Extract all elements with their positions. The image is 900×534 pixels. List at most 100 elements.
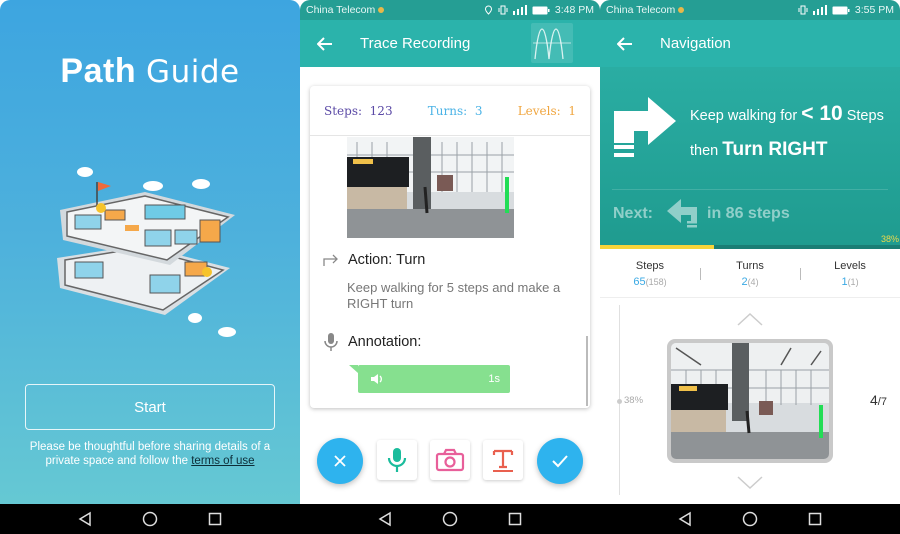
next-label: Next:	[613, 205, 654, 222]
take-photo-button[interactable]	[430, 440, 470, 480]
recents-nav-button[interactable]	[805, 509, 825, 529]
chevron-up-icon[interactable]	[737, 312, 763, 326]
route-progress-bar	[600, 245, 900, 249]
clock: 3:48 PM	[554, 4, 594, 16]
annotation-row: Annotation:	[322, 332, 421, 352]
weather-icon	[378, 7, 385, 14]
map-pin-icon	[202, 267, 212, 277]
chevron-down-icon[interactable]	[737, 476, 763, 490]
checkmark-icon	[552, 455, 568, 468]
arrow-left-icon	[317, 36, 332, 51]
back-button[interactable]	[600, 20, 650, 67]
confirm-button[interactable]	[537, 438, 583, 484]
navigation-stats: Steps 65(158) Turns 2(4) Levels 1(1)	[600, 256, 900, 298]
voice-duration: 1s	[488, 373, 500, 385]
landmark-photo-frame[interactable]	[667, 339, 833, 463]
cloud-icon	[218, 327, 236, 337]
current-instruction: Keep walking for < 10 Steps then Turn RI…	[690, 102, 884, 160]
map-pin-icon	[96, 203, 106, 213]
back-button[interactable]	[300, 20, 350, 67]
back-nav-button[interactable]	[75, 509, 95, 529]
annotation-label: Annotation:	[348, 334, 422, 350]
page-title: Navigation	[660, 35, 731, 52]
landmark-photo	[671, 343, 829, 459]
home-nav-button[interactable]	[440, 509, 460, 529]
system-nav-bar	[0, 504, 300, 534]
card-scrollbar[interactable]	[586, 336, 588, 406]
divider	[700, 268, 701, 280]
signal-icon	[512, 5, 527, 15]
recents-nav-button[interactable]	[205, 509, 225, 529]
back-nav-button[interactable]	[375, 509, 395, 529]
progress-percent: 38%	[880, 234, 899, 244]
carrier-label: China Telecom	[606, 4, 676, 16]
steps-stat: Steps: 123	[324, 103, 393, 118]
cloud-icon	[188, 313, 202, 323]
app-bar: Navigation	[600, 20, 900, 67]
square-recents-icon	[209, 512, 222, 526]
triangle-back-icon	[78, 511, 91, 527]
page-title: Trace Recording	[360, 35, 471, 52]
instruction-panel: Keep walking for < 10 Steps then Turn RI…	[600, 67, 900, 247]
floor-map-illustration	[57, 167, 236, 337]
close-icon	[334, 455, 346, 467]
vibrate-icon	[498, 5, 508, 15]
voice-note-bubble[interactable]: 1s	[349, 365, 510, 393]
turn-left-arrow-icon	[667, 199, 698, 228]
triangle-back-icon	[378, 511, 391, 527]
captured-photo[interactable]	[347, 137, 514, 238]
record-audio-button[interactable]	[377, 440, 417, 480]
text-icon	[492, 449, 514, 472]
terms-of-use-link[interactable]: terms of use	[191, 455, 254, 467]
triangle-back-icon	[678, 511, 691, 527]
turns-stat: Turns: 3	[427, 103, 483, 118]
sensor-wave-button[interactable]	[531, 23, 573, 63]
levels-stat: Levels: 1	[517, 103, 576, 118]
square-recents-icon	[509, 512, 522, 526]
home-nav-button[interactable]	[740, 509, 760, 529]
location-icon	[484, 5, 492, 15]
cloud-icon	[143, 181, 163, 191]
square-recents-icon	[809, 512, 822, 526]
arrow-left-icon	[617, 36, 632, 51]
signal-icon	[812, 5, 827, 15]
speaker-icon	[371, 374, 382, 384]
waveform-icon	[533, 28, 571, 60]
trace-step-card: Steps: 123 Turns: 3 Levels: 1 Action: Tu…	[310, 86, 590, 408]
trace-stats: Steps: 123 Turns: 3 Levels: 1	[310, 86, 590, 136]
next-distance: in 86 steps	[707, 205, 790, 222]
steps-stat: Steps 65(158)	[633, 260, 667, 288]
action-description: Keep walking for 5 steps and make a RIGH…	[347, 280, 561, 311]
navigation-screen: China Telecom 3:55 PM Navigation Keep wa…	[600, 0, 900, 534]
cancel-button[interactable]	[317, 438, 363, 484]
divider	[612, 189, 888, 190]
system-nav-bar	[300, 504, 600, 534]
circle-home-icon	[442, 511, 458, 527]
home-nav-button[interactable]	[140, 509, 160, 529]
privacy-notice: Please be thoughtful before sharing deta…	[20, 440, 280, 468]
turn-right-arrow-icon	[614, 97, 676, 157]
action-row: Action: Turn	[322, 252, 425, 268]
back-nav-button[interactable]	[675, 509, 695, 529]
levels-stat: Levels 1(1)	[834, 260, 866, 288]
progress-fill	[600, 245, 714, 249]
clock: 3:55 PM	[854, 4, 894, 16]
carrier-label: China Telecom	[306, 4, 376, 16]
welcome-screen: Path Guide Start Please be thoughtful be…	[0, 0, 300, 534]
cloud-icon	[77, 167, 93, 177]
logo-path-text: Path	[60, 52, 137, 90]
status-bar: China Telecom 3:48 PM	[300, 0, 600, 20]
app-logo: Path Guide	[0, 52, 300, 91]
vibrate-icon	[798, 5, 808, 15]
add-text-button[interactable]	[483, 440, 523, 480]
camera-icon	[435, 448, 465, 472]
logo-guide-text: Guide	[146, 54, 240, 90]
battery-icon	[532, 6, 550, 14]
start-button[interactable]: Start	[25, 384, 275, 430]
turns-stat: Turns 2(4)	[736, 260, 764, 288]
app-bar: Trace Recording	[300, 20, 600, 67]
recents-nav-button[interactable]	[505, 509, 525, 529]
timeline-marker[interactable]	[617, 399, 622, 404]
battery-icon	[832, 6, 850, 14]
divider	[800, 268, 801, 280]
